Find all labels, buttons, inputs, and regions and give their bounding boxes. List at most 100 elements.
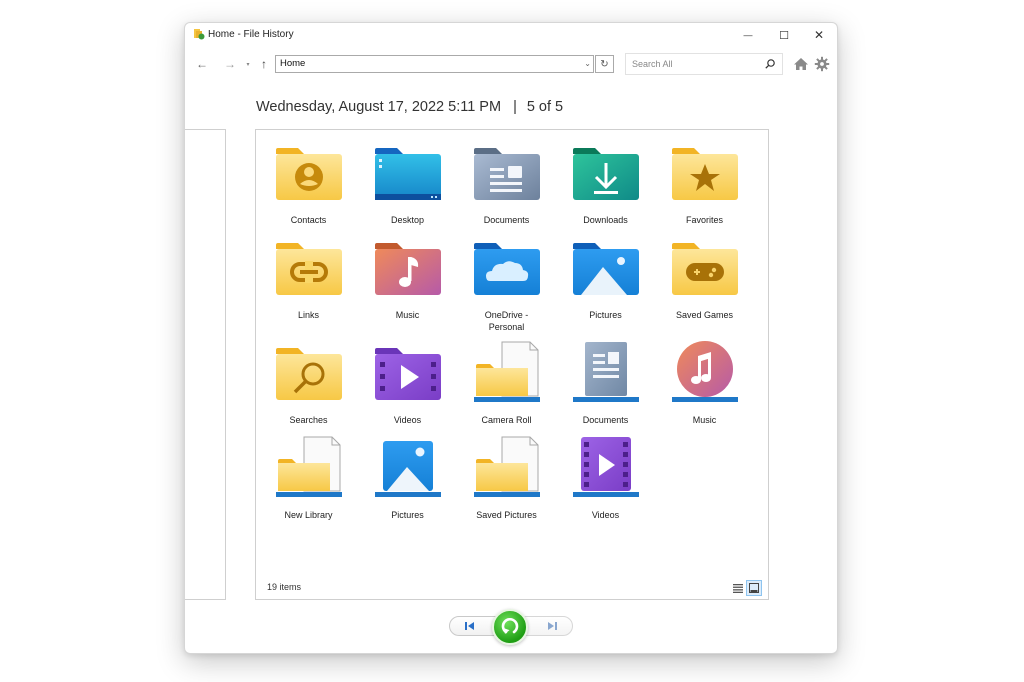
desktop-folder-icon [374,148,441,200]
library-item[interactable]: Pictures [358,435,457,521]
library-item[interactable]: Documents [556,340,655,426]
next-icon [548,622,557,630]
large-icons-view-button[interactable] [746,580,762,596]
saved-games-folder-icon [671,243,738,295]
folder-item[interactable]: Videos [358,346,457,426]
minimize-icon: — [743,30,753,40]
recent-locations-button[interactable]: ▾ [243,55,253,73]
search-icon[interactable] [764,58,776,70]
folder-item[interactable]: Searches [259,346,358,426]
up-arrow-icon: ↑ [261,57,267,71]
library-item[interactable]: Music [655,340,754,426]
library-folder-icon [473,436,540,497]
maximize-button[interactable]: ☐ [766,25,802,45]
favorites-folder-icon [671,148,738,200]
links-folder-icon [275,243,342,295]
item-label: Pictures [391,510,424,520]
up-button[interactable]: ↑ [255,55,273,73]
item-label: Music [692,415,717,425]
item-label: Contacts [290,215,327,225]
library-folder-icon [473,341,540,402]
playback-controls [449,609,573,645]
previous-icon [465,622,474,630]
folder-item[interactable]: Pictures [556,241,655,321]
folder-item[interactable]: Favorites [655,146,754,226]
item-label: OneDrive - Personal [484,310,529,332]
previous-snapshot-pane[interactable] [185,129,226,600]
pictures-folder-icon [572,243,639,295]
refresh-icon: ↻ [600,58,609,70]
item-label: Links [297,310,319,320]
folder-item[interactable]: Contacts [259,146,358,226]
refresh-button[interactable]: ↻ [595,55,614,73]
snapshot-date: Wednesday, August 17, 2022 5:11 PM [256,99,502,115]
address-text: Home [280,58,306,69]
close-button[interactable]: ✕ [801,25,837,45]
search-input[interactable] [630,58,754,70]
snapshot-header: Wednesday, August 17, 2022 5:11 PM | 5 of … [256,99,563,115]
item-label: Saved Pictures [476,510,537,520]
minimize-button[interactable]: — [730,25,766,45]
item-label: Camera Roll [481,415,532,425]
folder-item[interactable]: Downloads [556,146,655,226]
close-icon: ✕ [813,28,825,42]
documents-folder-icon [473,148,540,200]
item-count: 19 items [267,582,302,592]
search-box[interactable] [625,53,783,75]
back-arrow-icon: ← [196,57,208,71]
folder-item[interactable]: Saved Games [655,241,754,321]
address-dropdown-icon[interactable]: ⌄ [584,56,591,72]
file-history-window: Home - File History — ☐ ✕ ← → ▾ ↑ Home ⌄… [184,22,838,654]
details-view-button[interactable] [731,581,745,595]
item-label: Documents [582,415,629,425]
snapshot-position: 5 of 5 [526,99,564,115]
item-label: Desktop [390,215,425,225]
toolbar: ← → ▾ ↑ Home ⌄ ↻ [185,53,837,77]
home-icon[interactable] [793,56,809,72]
documents-library-icon [572,342,639,402]
library-item[interactable]: New Library [259,435,358,521]
header-separator: | [513,99,517,115]
forward-button[interactable]: → [221,55,239,73]
gear-icon[interactable] [814,56,830,72]
library-folder-icon [275,436,342,497]
library-item[interactable]: Videos [556,435,655,521]
item-label: Music [395,310,420,320]
folder-item[interactable]: Links [259,241,358,321]
folder-item[interactable]: Desktop [358,146,457,226]
current-snapshot-pane: Contacts Desktop Documents Downloads Fav… [255,129,769,600]
item-label: Videos [591,510,620,520]
library-item[interactable]: Camera Roll [457,340,556,426]
item-label: Searches [289,415,328,425]
file-history-app-icon [194,29,205,40]
details-view-icon [733,583,743,593]
library-item[interactable]: Saved Pictures [457,435,556,521]
item-label: Pictures [589,310,622,320]
restore-icon [501,618,519,634]
videos-library-icon [572,437,639,497]
item-label: Saved Games [675,310,734,320]
back-button[interactable]: ← [193,55,211,73]
item-label: New Library [284,510,333,520]
maximize-icon: ☐ [779,29,789,42]
contacts-folder-icon [275,148,342,200]
forward-arrow-icon: → [224,57,236,71]
restore-button[interactable] [492,609,528,645]
address-bar[interactable]: Home ⌄ [275,55,594,73]
folder-item[interactable]: Music [358,241,457,321]
item-label: Favorites [685,215,723,225]
title-bar: Home - File History — ☐ ✕ [185,23,837,47]
music-library-icon [671,341,738,402]
music-folder-icon [374,243,441,295]
item-label: Documents [483,215,530,225]
large-icons-view-icon [749,583,759,593]
downloads-folder-icon [572,148,639,200]
folder-item[interactable]: OneDrive - Personal [457,241,556,333]
searches-folder-icon [275,348,342,400]
item-label: Videos [393,415,422,425]
folder-item[interactable]: Documents [457,146,556,226]
onedrive-folder-icon [473,243,540,295]
chevron-down-icon: ▾ [246,61,250,68]
item-label: Downloads [583,215,628,225]
pictures-library-icon [374,441,441,497]
